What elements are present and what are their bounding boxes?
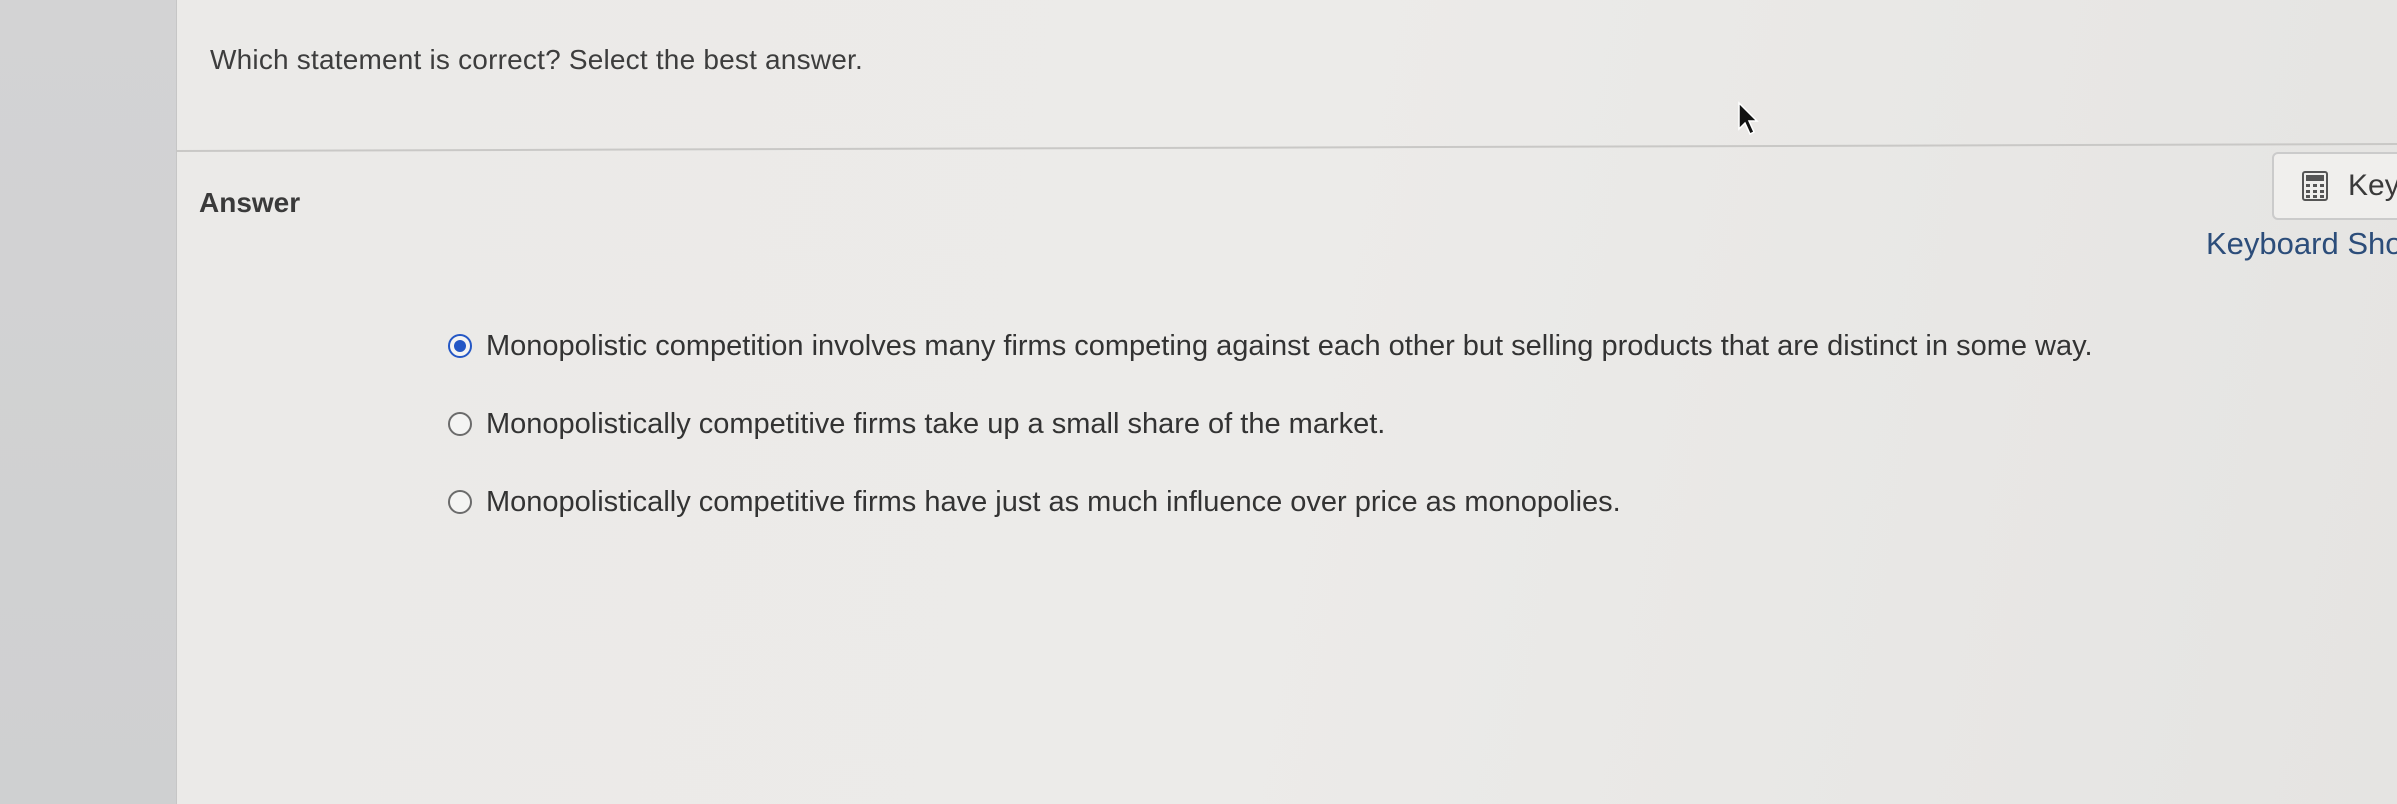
radio-button[interactable] <box>448 490 472 514</box>
answer-heading: Answer <box>199 187 301 218</box>
radio-button[interactable] <box>448 412 472 436</box>
calculator-icon <box>2302 171 2328 201</box>
mouse-cursor-icon <box>1738 101 1759 136</box>
calculator-button-label: Key <box>2348 169 2397 202</box>
answer-option-text: Monopolistic competition involves many f… <box>486 329 2093 362</box>
answer-option-text: Monopolistically competitive firms have … <box>486 485 1621 518</box>
answer-option-3[interactable]: Monopolistically competitive firms have … <box>448 482 2348 522</box>
radio-button-selected[interactable] <box>448 334 472 358</box>
answer-option-1[interactable]: Monopolistic competition involves many f… <box>448 326 2348 366</box>
keyboard-shortcuts-link[interactable]: Keyboard Sho <box>2206 226 2397 262</box>
left-panel <box>0 0 177 804</box>
answer-option-text: Monopolistically competitive firms take … <box>486 407 1386 440</box>
answer-options: Monopolistic competition involves many f… <box>448 326 2348 560</box>
question-text: Which statement is correct? Select the b… <box>210 44 863 75</box>
answer-option-2[interactable]: Monopolistically competitive firms take … <box>448 404 2348 444</box>
calculator-keypad-button[interactable]: Key <box>2272 152 2397 220</box>
